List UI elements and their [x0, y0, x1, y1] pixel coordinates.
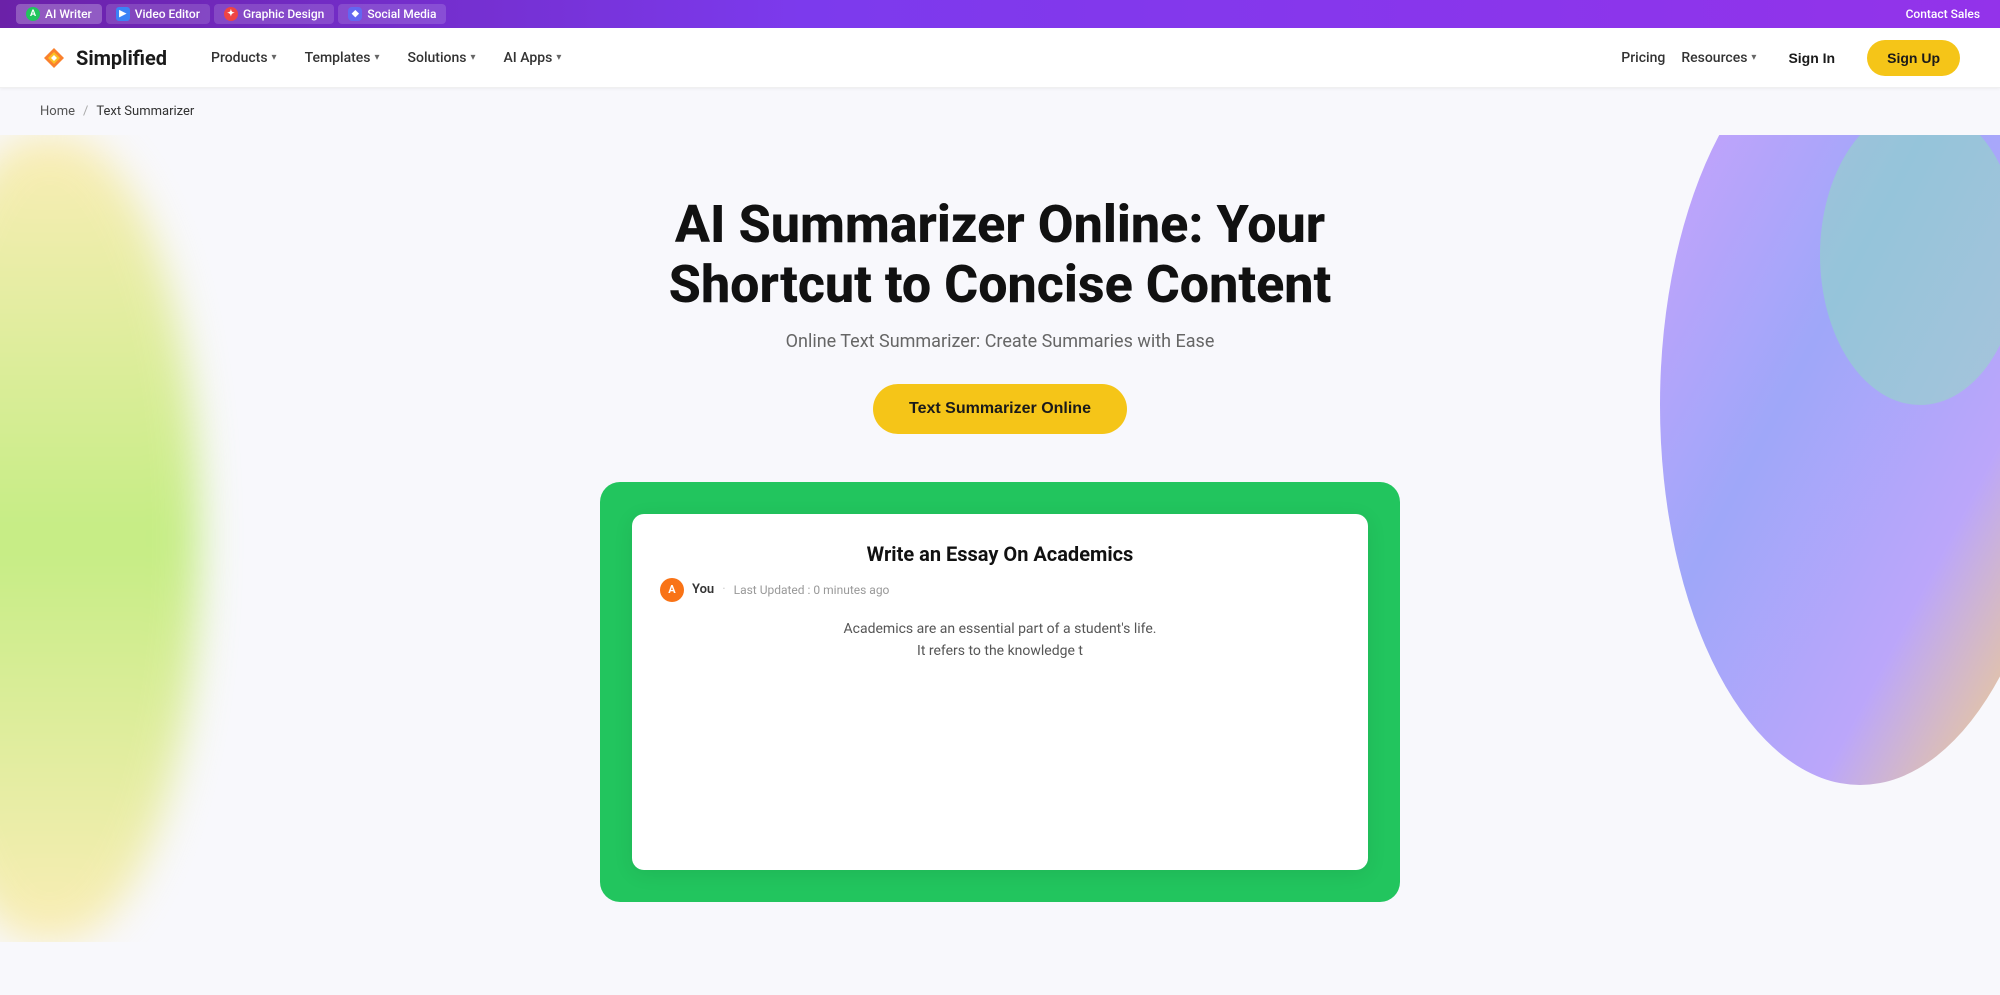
- breadcrumb: Home / Text Summarizer: [0, 88, 2000, 135]
- topbar-video-editor-label: Video Editor: [135, 7, 200, 21]
- demo-card-title: Write an Essay On Academics: [660, 542, 1340, 566]
- nav-ai-apps-label: AI Apps: [504, 50, 553, 66]
- video-editor-icon: ▶: [116, 7, 130, 21]
- signup-button[interactable]: Sign Up: [1867, 40, 1960, 76]
- social-media-icon: ◆: [348, 7, 362, 21]
- demo-text-line2: It refers to the knowledge t: [660, 640, 1340, 662]
- breadcrumb-current: Text Summarizer: [96, 104, 194, 119]
- topbar-item-social-media[interactable]: ◆ Social Media: [338, 4, 446, 24]
- topbar-item-graphic-design[interactable]: ✦ Graphic Design: [214, 4, 334, 24]
- topbar-item-ai-writer[interactable]: A AI Writer: [16, 4, 102, 24]
- top-bar: A AI Writer ▶ Video Editor ✦ Graphic Des…: [0, 0, 2000, 28]
- nav-products-label: Products: [211, 50, 268, 66]
- navbar: Simplified Products ▾ Templates ▾ Soluti…: [0, 28, 2000, 88]
- nav-ai-apps[interactable]: AI Apps ▾: [492, 42, 574, 74]
- demo-text-line1: Academics are an essential part of a stu…: [660, 618, 1340, 640]
- hero-subtitle: Online Text Summarizer: Create Summaries…: [40, 331, 1960, 352]
- nav-right: Pricing Resources ▾ Sign In Sign Up: [1621, 40, 1960, 76]
- logo[interactable]: Simplified: [40, 44, 167, 72]
- pricing-link[interactable]: Pricing: [1621, 50, 1665, 66]
- logo-text: Simplified: [76, 46, 167, 70]
- topbar-graphic-design-label: Graphic Design: [243, 7, 324, 21]
- graphic-design-icon: ✦: [224, 7, 238, 21]
- logo-icon: [40, 44, 68, 72]
- ai-writer-icon: A: [26, 7, 40, 21]
- demo-avatar: A: [660, 578, 684, 602]
- demo-card: Write an Essay On Academics A You · Last…: [632, 514, 1368, 871]
- demo-text-content: Academics are an essential part of a stu…: [660, 618, 1340, 843]
- resources-chevron-icon: ▾: [1751, 52, 1756, 63]
- products-chevron-icon: ▾: [272, 52, 277, 63]
- topbar-item-video-editor[interactable]: ▶ Video Editor: [106, 4, 210, 24]
- topbar-ai-writer-label: AI Writer: [45, 7, 92, 21]
- solutions-chevron-icon: ▾: [470, 52, 475, 63]
- demo-dot: ·: [722, 582, 725, 597]
- nav-solutions[interactable]: Solutions ▾: [396, 42, 488, 74]
- nav-templates[interactable]: Templates ▾: [293, 42, 392, 74]
- ai-apps-chevron-icon: ▾: [556, 52, 561, 63]
- contact-sales-link[interactable]: Contact Sales: [1906, 7, 1980, 21]
- demo-text-placeholder: [660, 662, 1340, 842]
- templates-chevron-icon: ▾: [375, 52, 380, 63]
- breadcrumb-home[interactable]: Home: [40, 104, 75, 119]
- cta-button[interactable]: Text Summarizer Online: [873, 384, 1127, 434]
- nav-products[interactable]: Products ▾: [199, 42, 289, 74]
- nav-solutions-label: Solutions: [408, 50, 467, 66]
- resources-label: Resources: [1681, 50, 1747, 66]
- signin-button[interactable]: Sign In: [1772, 42, 1851, 74]
- demo-card-meta: A You · Last Updated : 0 minutes ago: [660, 578, 1340, 602]
- hero-section: AI Summarizer Online: Your Shortcut to C…: [0, 135, 2000, 942]
- breadcrumb-separator: /: [83, 104, 88, 119]
- hero-title: AI Summarizer Online: Your Shortcut to C…: [650, 195, 1350, 315]
- nav-templates-label: Templates: [305, 50, 371, 66]
- blob-left-decoration: [0, 135, 200, 942]
- demo-time: Last Updated : 0 minutes ago: [734, 583, 890, 597]
- topbar-social-media-label: Social Media: [367, 7, 436, 21]
- demo-user-label: You: [692, 582, 714, 597]
- nav-links: Products ▾ Templates ▾ Solutions ▾ AI Ap…: [199, 42, 1621, 74]
- demo-area: Write an Essay On Academics A You · Last…: [600, 482, 1400, 903]
- resources-link[interactable]: Resources ▾: [1681, 50, 1756, 66]
- blob-right-decoration: [1640, 135, 2000, 805]
